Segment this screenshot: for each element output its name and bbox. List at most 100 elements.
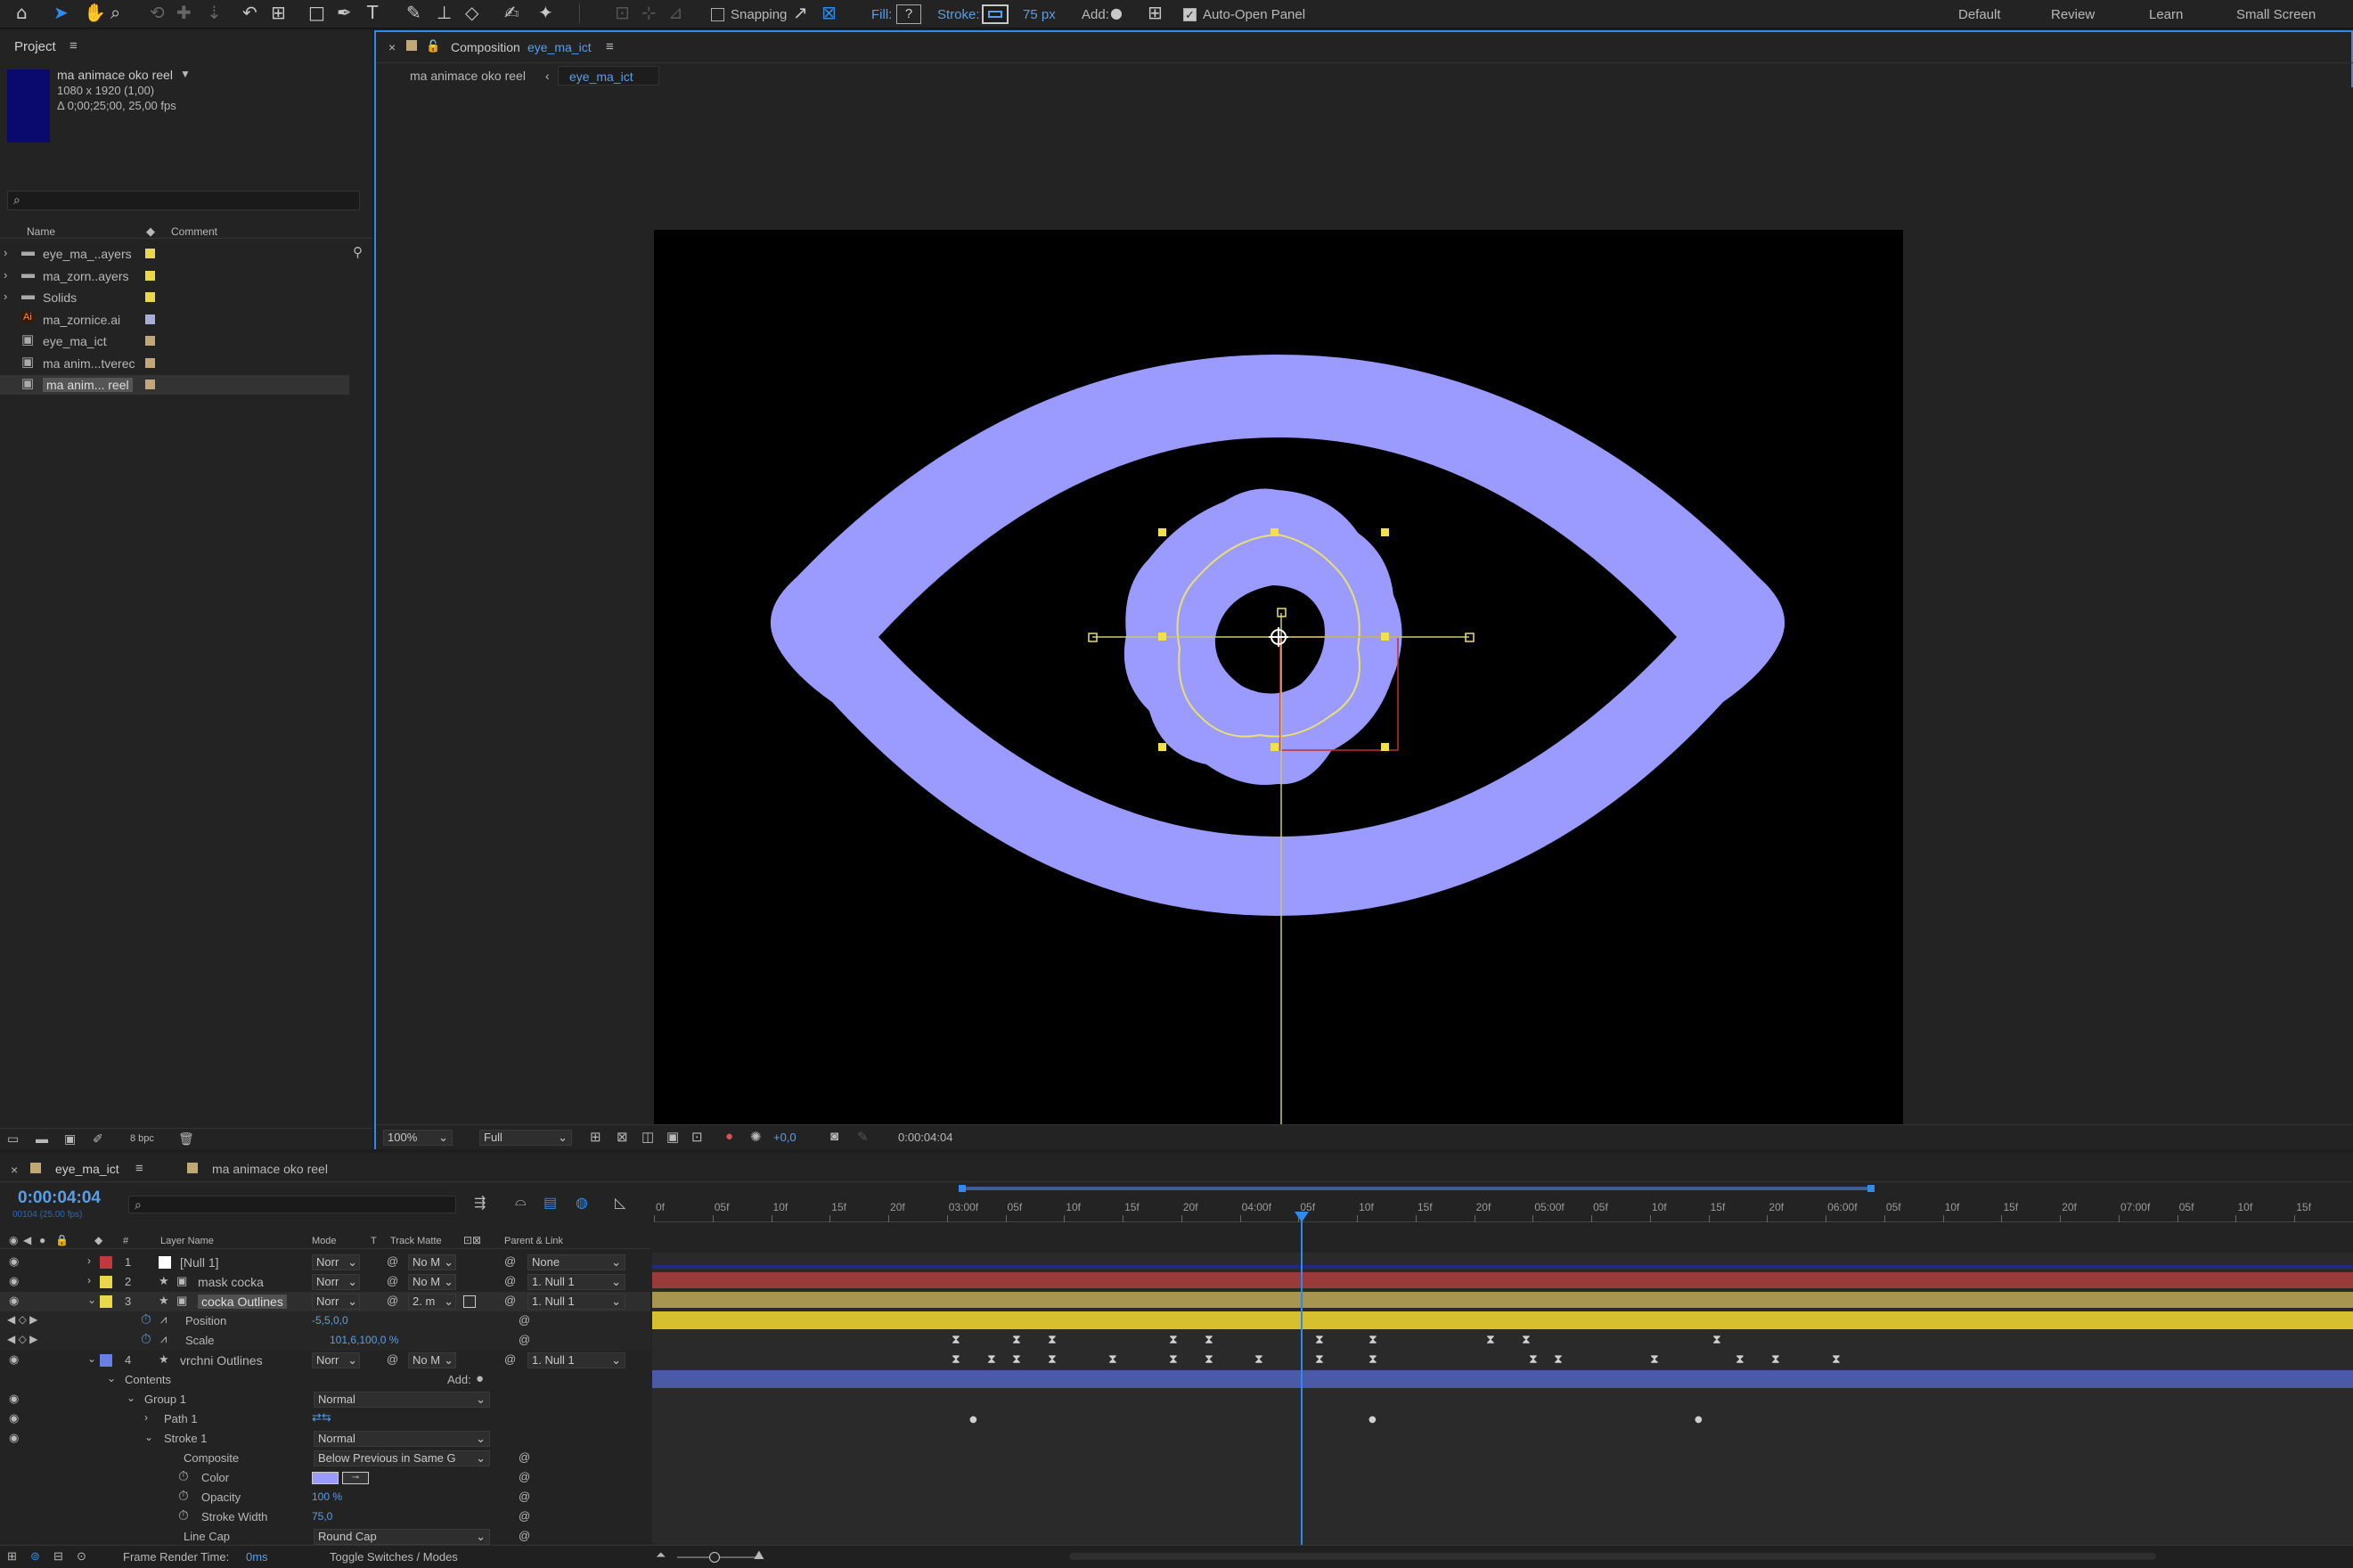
col-name[interactable]: Name xyxy=(27,225,55,238)
eye-icon[interactable]: ◉ xyxy=(9,1392,19,1406)
matte-link-icon[interactable]: @ xyxy=(387,1352,398,1366)
parent-dropdown[interactable]: 1. Null 1 ⌄ xyxy=(527,1294,625,1310)
lock-icon[interactable]: 🔒 xyxy=(55,1234,69,1246)
expression-pickwhip-icon[interactable]: @ xyxy=(519,1450,530,1464)
interpret-footage-icon[interactable]: ▭ xyxy=(7,1131,19,1147)
label-swatch[interactable] xyxy=(145,292,155,302)
track-matte-dropdown[interactable]: No M ⌄ xyxy=(408,1352,456,1368)
chevron-down-icon[interactable]: ⌄ xyxy=(87,1294,96,1306)
roto-brush-icon[interactable]: ✍ xyxy=(504,4,519,21)
adjust-icon[interactable]: ✐ xyxy=(93,1131,103,1147)
timeline-zoom-slider[interactable] xyxy=(677,1552,757,1563)
parent-pickwhip-icon[interactable]: @ xyxy=(504,1254,516,1268)
workspace-learn[interactable]: Learn xyxy=(2149,7,2183,22)
keyframe-marker[interactable]: ⧗ xyxy=(1169,1352,1178,1367)
project-item[interactable]: › ▬ eye_ma_..ayers xyxy=(0,244,349,264)
switches-icon[interactable]: ⊡⊠ xyxy=(463,1234,481,1246)
parent-dropdown[interactable]: 1. Null 1 ⌄ xyxy=(527,1274,625,1290)
line-cap-dropdown[interactable]: Round Cap ⌄ xyxy=(314,1529,490,1545)
expression-pickwhip-icon[interactable]: @ xyxy=(519,1490,530,1503)
snapping-checkbox[interactable] xyxy=(711,8,724,21)
stopwatch-icon[interactable]: ⏱ xyxy=(178,1489,189,1504)
col-layer-name[interactable]: Layer Name xyxy=(160,1236,214,1246)
rectangle-tool-icon[interactable]: □ xyxy=(308,4,325,21)
eye-icon[interactable]: ◉ xyxy=(9,1254,19,1269)
position-value[interactable]: -5,5,0,0 xyxy=(312,1314,348,1327)
guides-icon[interactable]: ▣ xyxy=(666,1129,679,1145)
viewer-timecode[interactable]: 0:00:04:04 xyxy=(898,1131,952,1144)
layer-mode-dropdown[interactable]: Norr ⌄ xyxy=(312,1294,360,1310)
breadcrumb-current[interactable]: eye_ma_ict xyxy=(558,66,659,86)
axis-view-icon[interactable]: ⊿ xyxy=(668,4,683,21)
keyframe-marker[interactable]: ⧗ xyxy=(1554,1352,1563,1367)
show-snapshot-icon[interactable]: ✎ xyxy=(857,1129,869,1145)
pan-tool-icon[interactable]: ✚ xyxy=(176,4,192,21)
expression-pickwhip-icon[interactable]: @ xyxy=(519,1313,530,1327)
project-item[interactable]: ▣ ma anim...tverec xyxy=(0,354,349,373)
track-bar-mask-cocka[interactable] xyxy=(652,1292,2353,1308)
composite-dropdown[interactable]: Below Previous in Same G ⌄ xyxy=(314,1450,490,1466)
label-swatch[interactable] xyxy=(145,336,155,346)
chevron-right-icon[interactable]: › xyxy=(87,1274,91,1286)
eye-icon[interactable]: ◉ xyxy=(9,1294,19,1308)
label-tag-icon[interactable]: ◆ xyxy=(146,225,155,239)
keyframe-marker[interactable]: ⧗ xyxy=(1712,1333,1721,1347)
keyframe-marker[interactable]: ⧗ xyxy=(1254,1352,1263,1367)
transfer-controls-icon[interactable]: ⊚ xyxy=(30,1549,40,1564)
layer-name[interactable]: [Null 1] xyxy=(180,1255,219,1270)
path-keyframe[interactable]: ● xyxy=(1695,1415,1703,1425)
expression-pickwhip-icon[interactable]: @ xyxy=(519,1470,530,1483)
eyedropper-icon[interactable]: ⊸ xyxy=(342,1472,369,1484)
zoom-out-icon[interactable]: ⏶ xyxy=(656,1548,666,1563)
motion-blur-icon[interactable]: ◍ xyxy=(576,1194,588,1212)
opacity-row[interactable]: ⏱ Opacity 100 % @ xyxy=(0,1488,650,1507)
stroke-swatch[interactable] xyxy=(982,4,1009,24)
toggle-switches-modes[interactable]: Toggle Switches / Modes xyxy=(330,1550,458,1564)
chevron-right-icon[interactable]: › xyxy=(4,290,7,303)
matte-icon[interactable] xyxy=(463,1295,476,1308)
comp-tab-prefix[interactable]: Composition xyxy=(451,40,520,54)
chevron-down-icon[interactable]: ⌄ xyxy=(87,1352,96,1365)
snapshot-icon[interactable]: ◙ xyxy=(830,1129,838,1144)
keyframe-marker[interactable]: ⧗ xyxy=(1315,1333,1324,1347)
keyframe-marker[interactable]: ⧗ xyxy=(1108,1352,1117,1367)
timeline-scrollbar[interactable] xyxy=(1069,1553,2156,1560)
keyframe-marker[interactable]: ⧗ xyxy=(1012,1352,1021,1367)
delete-icon[interactable]: 🗑 xyxy=(178,1131,194,1147)
close-icon[interactable]: × xyxy=(11,1163,18,1177)
matte-link-icon[interactable]: @ xyxy=(387,1294,398,1307)
col-parent[interactable]: Parent & Link xyxy=(504,1236,563,1246)
keyframe-marker[interactable]: ⧗ xyxy=(1650,1352,1659,1367)
project-tab[interactable]: Project xyxy=(14,39,56,54)
menu-icon[interactable]: ≡ xyxy=(135,1161,143,1176)
project-item[interactable]: Ai ma_zornice.ai xyxy=(0,310,349,330)
exposure-value[interactable]: +0,0 xyxy=(773,1131,797,1144)
track-area[interactable]: ⧗ ⧗ ⧗ ⧗ ⧗ ⧗ ⧗ ⧗ ⧗ ⧗ ⧗ ⧗ ⧗ ⧗ ⧗ ⧗ ⧗ ⧗ ⧗ ⧗ ⧗ ⧗ ⧗ ⧗ ⧗ ⧗ ● ● ● xyxy=(652,1253,2353,1545)
expression-pickwhip-icon[interactable]: @ xyxy=(519,1333,530,1346)
bit-depth[interactable]: 8 bpc xyxy=(130,1133,154,1144)
keyframe-marker[interactable]: ⧗ xyxy=(1048,1352,1057,1367)
zoom-in-icon[interactable]: ⛰ xyxy=(754,1548,764,1563)
layer-name[interactable]: mask cocka xyxy=(198,1275,264,1289)
zoom-dropdown[interactable]: 100% ⌄ xyxy=(383,1130,453,1146)
stopwatch-icon[interactable]: ⏱ xyxy=(141,1312,151,1327)
stroke-blend-dropdown[interactable]: Normal ⌄ xyxy=(314,1431,490,1447)
add-button-icon[interactable]: ● xyxy=(1110,4,1123,22)
color-row[interactable]: ⏱ Color ⊸ @ xyxy=(0,1468,650,1488)
menu-icon[interactable]: ≡ xyxy=(69,38,78,53)
auto-open-checkbox[interactable]: ✓ xyxy=(1183,8,1197,21)
axis-local-icon[interactable]: ⊡ xyxy=(615,4,630,21)
workspace-small-screen[interactable]: Small Screen xyxy=(2236,7,2316,22)
stroke-color-swatch[interactable] xyxy=(312,1472,339,1484)
keyframe-marker[interactable]: ⧗ xyxy=(1048,1333,1057,1347)
breadcrumb-parent[interactable]: ma animace oko reel xyxy=(410,69,526,83)
chevron-down-icon[interactable]: ▼ xyxy=(180,68,191,80)
selection-tool-icon[interactable]: ➤ xyxy=(53,4,69,21)
project-item[interactable]: › ▬ Solids xyxy=(0,288,349,307)
track-matte-dropdown[interactable]: No M ⌄ xyxy=(408,1274,456,1290)
time-ruler[interactable]: 0f 05f 10f 15f 20f 03:00f 05f 10f 15f 20f 04:00f 05… xyxy=(654,1197,2353,1222)
layer-label-swatch[interactable] xyxy=(100,1276,112,1288)
keyframe-marker[interactable]: ⧗ xyxy=(1368,1352,1377,1367)
current-time-display[interactable]: 0:00:04:04 xyxy=(18,1188,101,1208)
property-row-position[interactable]: ◀ ◇ ▶ ⏱ ⩘ Position -5,5,0,0 @ xyxy=(0,1311,650,1331)
